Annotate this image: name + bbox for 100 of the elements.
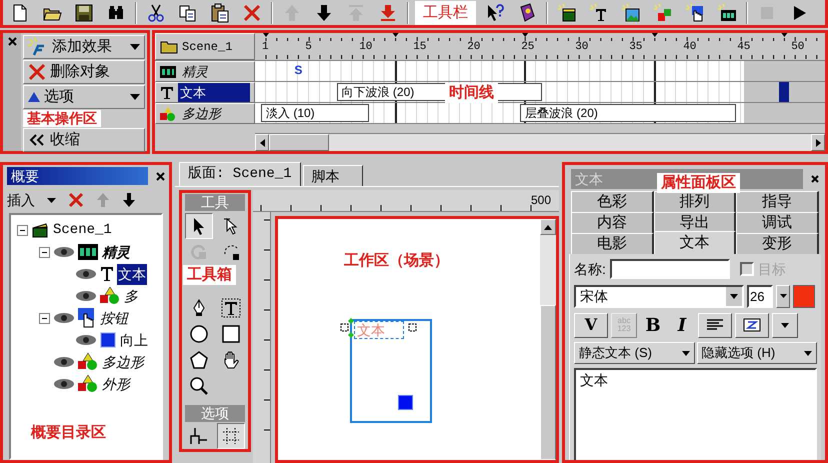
field-label: 名称: <box>574 260 606 278</box>
eye-icon <box>53 246 75 258</box>
annotation-label: 工具箱 <box>183 265 236 285</box>
delete-icon <box>28 63 46 81</box>
scrollbar-thumb[interactable] <box>269 134 329 151</box>
action-button[interactable]: 删除对象 <box>23 60 145 84</box>
text-content-field[interactable]: 文本 <box>574 368 817 460</box>
filmstrip-icon <box>78 244 98 260</box>
layer-label[interactable]: 精灵 <box>155 61 255 82</box>
frame-number: 5 <box>305 41 312 54</box>
square-icon <box>100 332 116 348</box>
frame-number: 45 <box>737 41 750 54</box>
annotation-label: 属性面板区 <box>657 173 740 193</box>
align-icon[interactable] <box>698 312 732 338</box>
action-button[interactable]: 添加效果 <box>23 35 145 59</box>
close-icon[interactable] <box>8 37 16 46</box>
anchor-handle-icon[interactable] <box>348 318 354 324</box>
square-shape[interactable] <box>398 395 413 410</box>
name-input[interactable] <box>610 259 730 279</box>
font-dropdown[interactable]: 宋体 <box>574 284 744 308</box>
hand-button-icon <box>78 308 96 328</box>
shapes-icon <box>100 287 120 305</box>
property-tab[interactable]: 调试 <box>736 212 819 233</box>
frame-number: 15 <box>413 41 426 54</box>
tree-item[interactable]: 文本 <box>117 264 147 284</box>
frame-number: 1 <box>262 41 269 54</box>
dropdown-arrow-icon <box>130 44 140 50</box>
layer-label[interactable]: 文本 <box>155 82 255 103</box>
stage-tab[interactable]: 脚本 <box>302 165 363 186</box>
eye-icon <box>75 268 97 280</box>
color-swatch[interactable] <box>793 284 815 308</box>
frame-number: 50 <box>791 41 804 54</box>
tree-item[interactable]: 按钮 <box>99 308 129 328</box>
arrow-down-icon[interactable] <box>122 192 136 208</box>
eye-icon <box>75 290 97 302</box>
clapperboard-icon <box>31 222 49 238</box>
property-tab[interactable]: 电影 <box>571 233 654 254</box>
anchor-handle-icon[interactable] <box>348 332 354 338</box>
delete-icon[interactable] <box>68 192 84 208</box>
eye-icon <box>53 378 75 390</box>
vertical-scrollbar[interactable] <box>540 219 556 460</box>
action-button[interactable]: 选项 <box>23 85 145 109</box>
close-icon[interactable] <box>811 175 819 183</box>
effect-bar[interactable]: 层叠波浪 (20) <box>520 104 736 122</box>
expand-toggle[interactable] <box>39 312 50 324</box>
ruler-number: 500 <box>530 192 551 209</box>
frame-number: 40 <box>683 41 696 54</box>
resize-handle-icon[interactable] <box>408 323 417 332</box>
resize-handle-icon[interactable] <box>340 323 349 332</box>
options-header: 选项 <box>185 405 245 422</box>
tree-item[interactable]: 多边形 <box>101 352 145 372</box>
dropdown-button[interactable]: 隐藏选项 (H) <box>696 342 817 364</box>
expand-toggle[interactable] <box>39 246 50 258</box>
effect-bar[interactable]: 淡入 (10) <box>261 104 369 122</box>
property-tab[interactable]: 色彩 <box>571 191 654 212</box>
tree-item[interactable]: 外形 <box>101 374 131 394</box>
font-size-dropdown[interactable] <box>776 284 790 308</box>
property-tab[interactable]: 文本 <box>654 231 736 254</box>
tree-item[interactable]: 精灵 <box>101 242 131 262</box>
frame-number: 10 <box>359 41 372 54</box>
frame-number: 20 <box>467 41 480 54</box>
tree-item[interactable]: 向上 <box>119 330 149 350</box>
filmstrip-icon <box>160 66 176 78</box>
property-tab[interactable]: 排列 <box>654 191 736 212</box>
layer-label[interactable]: 多边形 <box>155 103 255 124</box>
grid-icon[interactable] <box>217 423 245 449</box>
arrow-pointer-icon[interactable] <box>185 213 213 239</box>
text-t-icon <box>100 266 114 282</box>
frame-marker: S <box>294 62 302 78</box>
scene-layer[interactable]: Scene_1 <box>155 33 255 60</box>
property-tab[interactable]: 指导 <box>736 191 819 212</box>
dropdown-arrow-icon <box>47 198 56 202</box>
scroll-right-icon[interactable] <box>816 138 820 146</box>
frame-number: 25 <box>521 41 534 54</box>
insert-dropdown[interactable]: 插入 <box>7 190 56 210</box>
annotation-label: 工具栏 <box>415 0 476 24</box>
kerning-icon[interactable]: V <box>574 312 608 338</box>
close-icon[interactable] <box>156 172 165 180</box>
options-icon <box>28 92 40 102</box>
folder-icon <box>160 40 178 54</box>
collapse-chevron-icon <box>28 133 46 147</box>
action-button[interactable]: 收缩 <box>23 128 145 152</box>
toolbox-header: 工具 <box>185 194 245 211</box>
tree-item[interactable]: 多 <box>123 286 139 306</box>
property-tab[interactable]: 内容 <box>571 212 654 233</box>
z-order-icon[interactable] <box>735 312 769 338</box>
tree-item[interactable]: Scene_1 <box>52 220 113 240</box>
expand-toggle[interactable] <box>17 224 28 236</box>
frame-number: 35 <box>629 41 642 54</box>
font-size-field[interactable]: 26 <box>747 284 773 308</box>
scroll-left-icon[interactable] <box>260 138 264 146</box>
stage-tab[interactable]: 版面: Scene_1 <box>179 162 301 186</box>
shapes-icon <box>78 353 98 371</box>
property-tab[interactable]: 变形 <box>736 233 819 254</box>
scroll-up-icon[interactable] <box>544 224 552 230</box>
dropdown-arrow-icon <box>730 294 738 298</box>
horizontal-scrollbar[interactable] <box>255 133 825 151</box>
eye-icon <box>53 312 75 324</box>
annotation-label: 时间线 <box>445 83 498 103</box>
dropdown-button[interactable]: 静态文本 (S) <box>574 342 694 364</box>
